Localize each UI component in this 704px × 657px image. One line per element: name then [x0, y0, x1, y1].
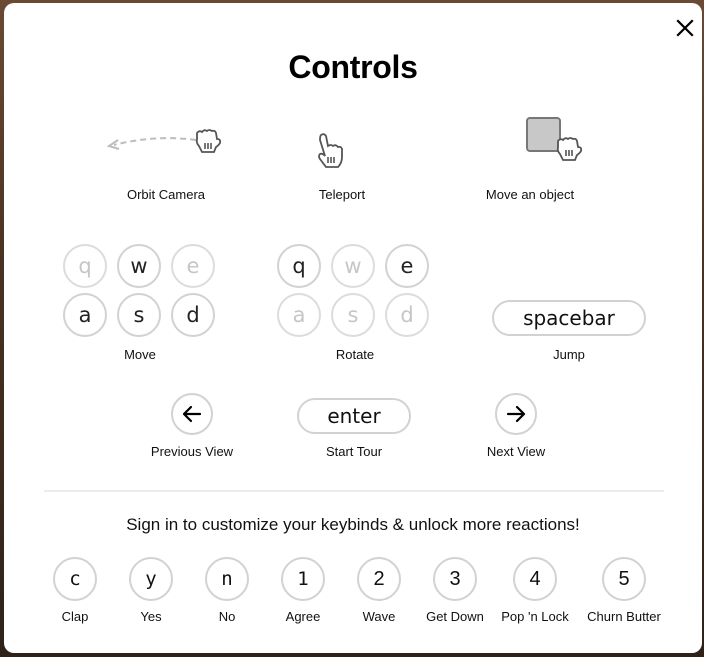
jump-label: Jump [553, 347, 585, 362]
move-object-label: Move an object [485, 187, 575, 202]
next-view-label: Next View [486, 444, 546, 459]
reaction-label-wave: Wave [362, 609, 396, 624]
section-divider [44, 490, 664, 492]
move-label: Move [124, 347, 156, 362]
orbit-camera-label: Orbit Camera [126, 187, 206, 202]
arrow-right-icon [506, 405, 526, 423]
previous-view-label: Previous View [150, 444, 234, 459]
move-key-d[interactable]: d [171, 293, 215, 337]
previous-view-button[interactable] [171, 393, 213, 435]
rotate-key-q[interactable]: q [277, 244, 321, 288]
modal-title: Controls [288, 49, 418, 85]
reaction-key-no[interactable]: n [205, 557, 249, 601]
reaction-label-churn-butter: Churn Butter [587, 609, 661, 624]
close-icon [676, 19, 694, 37]
reaction-label-agree: Agree [285, 609, 321, 624]
teleport-label: Teleport [318, 187, 366, 202]
spacebar-key[interactable]: spacebar [492, 300, 646, 336]
reaction-key-agree[interactable]: 1 [281, 557, 325, 601]
reaction-label-no: No [218, 609, 236, 624]
rotate-key-w[interactable]: w [331, 244, 375, 288]
reaction-key-clap[interactable]: c [53, 557, 97, 601]
move-key-a[interactable]: a [63, 293, 107, 337]
controls-modal: Controls Orbit Camera Teleport Move an o… [4, 3, 702, 653]
rotate-key-a[interactable]: a [277, 293, 321, 337]
move-key-w[interactable]: w [117, 244, 161, 288]
rotate-key-e[interactable]: e [385, 244, 429, 288]
move-key-s[interactable]: s [117, 293, 161, 337]
reaction-label-pop-n-lock: Pop 'n Lock [501, 609, 569, 624]
start-tour-label: Start Tour [325, 444, 383, 459]
grab-object-icon [526, 117, 583, 161]
rotate-label: Rotate [335, 347, 375, 362]
reaction-label-clap: Clap [61, 609, 89, 624]
enter-key[interactable]: enter [297, 398, 411, 434]
reaction-key-yes[interactable]: y [129, 557, 173, 601]
reaction-key-churn-butter[interactable]: 5 [602, 557, 646, 601]
next-view-button[interactable] [495, 393, 537, 435]
orbit-drag-hand-icon [106, 129, 222, 153]
arrow-left-icon [182, 405, 202, 423]
pointing-hand-icon [318, 133, 343, 168]
close-button[interactable] [675, 18, 695, 38]
signin-prompt[interactable]: Sign in to customize your keybinds & unl… [4, 515, 702, 535]
rotate-key-s[interactable]: s [331, 293, 375, 337]
reaction-key-pop-n-lock[interactable]: 4 [513, 557, 557, 601]
reaction-label-yes: Yes [140, 609, 162, 624]
rotate-key-d[interactable]: d [385, 293, 429, 337]
reaction-label-get-down: Get Down [426, 609, 484, 624]
reaction-key-get-down[interactable]: 3 [433, 557, 477, 601]
move-key-q[interactable]: q [63, 244, 107, 288]
reaction-key-wave[interactable]: 2 [357, 557, 401, 601]
move-key-e[interactable]: e [171, 244, 215, 288]
